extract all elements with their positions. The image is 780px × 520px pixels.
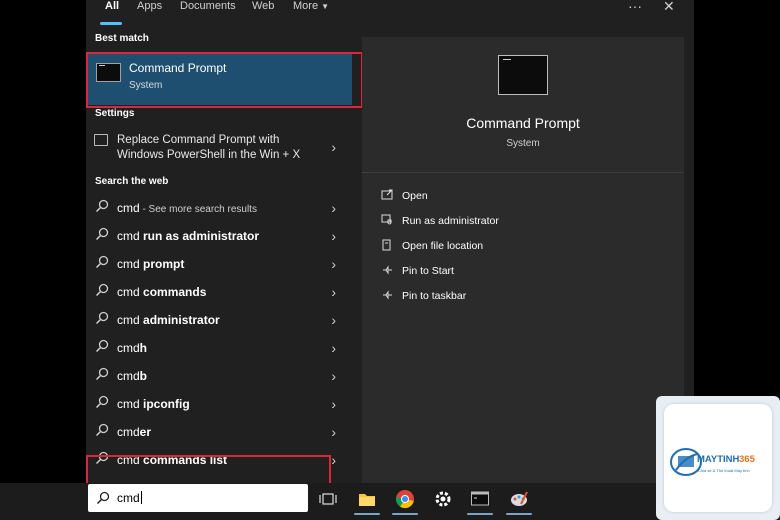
logo-globe-icon: MAYTINH 365 Chia sẻ & Thủ thuật Máy tính <box>670 448 756 476</box>
web-result-text: cmdh <box>117 341 148 355</box>
file-explorer-icon[interactable] <box>357 489 377 509</box>
file-location-icon <box>382 239 391 251</box>
running-indicator <box>354 513 380 515</box>
search-panel: All Apps Documents Web More ▼ ··· ✕ Best… <box>86 0 694 483</box>
tab-apps[interactable]: Apps <box>137 0 162 12</box>
web-result-text: cmdb <box>117 369 148 383</box>
action-run-as-administrator[interactable]: Run as administrator <box>362 210 684 232</box>
settings-heading: Settings <box>95 108 135 119</box>
open-icon <box>381 189 393 200</box>
web-result-text: cmd run as administrator <box>117 229 260 243</box>
web-result-item[interactable]: cmd administrator › <box>86 306 352 334</box>
action-label: Open file location <box>402 240 484 252</box>
web-result-text: cmd ipconfig <box>117 397 190 411</box>
running-indicator <box>467 513 493 515</box>
action-pin-to-start[interactable]: Pin to Start <box>362 260 684 282</box>
search-icon <box>95 367 109 381</box>
divider <box>362 172 684 173</box>
search-icon <box>96 491 110 505</box>
search-input-value: cmd <box>117 491 140 505</box>
search-icon <box>95 283 109 297</box>
action-label: Open <box>402 190 428 202</box>
web-result-item[interactable]: cmdb › <box>86 362 352 390</box>
search-icon <box>95 423 109 437</box>
tab-more[interactable]: More ▼ <box>293 0 329 12</box>
action-label: Run as administrator <box>402 215 499 227</box>
close-icon[interactable]: ✕ <box>663 0 675 15</box>
web-result-text: cmd prompt <box>117 257 185 271</box>
chevron-right-icon[interactable]: › <box>331 424 336 440</box>
tab-more-label: More <box>293 0 319 12</box>
details-title: Command Prompt <box>466 115 580 131</box>
web-result-item[interactable]: cmdh › <box>86 334 352 362</box>
shield-icon <box>381 214 392 225</box>
tab-web[interactable]: Web <box>252 0 274 12</box>
highlight-box <box>86 52 363 108</box>
web-result-text: cmd - See more search results <box>117 201 257 215</box>
more-options-icon[interactable]: ··· <box>628 0 642 14</box>
text-caret <box>140 491 142 504</box>
command-prompt-large-icon <box>498 55 548 95</box>
svg-text:Chia sẻ & Thủ thuật Máy tính: Chia sẻ & Thủ thuật Máy tính <box>698 468 750 473</box>
chevron-right-icon[interactable]: › <box>331 452 336 468</box>
details-pane: Command Prompt System Open Run as adminis… <box>362 37 684 483</box>
paint-icon[interactable] <box>509 489 529 509</box>
web-result-item[interactable]: cmder › <box>86 418 352 446</box>
details-header: Command Prompt System <box>362 37 684 174</box>
pin-icon <box>383 290 392 300</box>
settings-icon[interactable] <box>433 489 453 509</box>
web-result-item[interactable]: cmd prompt › <box>86 250 352 278</box>
web-result-item[interactable]: cmd run as administrator › <box>86 222 352 250</box>
web-result-item[interactable]: cmd commands › <box>86 278 352 306</box>
settings-result-text: Replace Command Prompt with Windows Powe… <box>117 134 301 161</box>
chevron-right-icon[interactable]: › <box>331 368 336 384</box>
action-open-file-location[interactable]: Open file location <box>362 235 684 257</box>
chevron-right-icon[interactable]: › <box>331 228 336 244</box>
running-indicator <box>506 513 532 515</box>
web-result-text: cmder <box>117 425 152 439</box>
chevron-right-icon[interactable]: › <box>331 139 336 155</box>
web-result-item[interactable]: cmd - See more search results › <box>86 194 352 222</box>
search-input[interactable]: cmd <box>88 484 308 512</box>
best-match-heading: Best match <box>95 33 149 44</box>
chevron-right-icon[interactable]: › <box>331 340 336 356</box>
search-icon <box>95 339 109 353</box>
chrome-icon[interactable] <box>395 489 415 509</box>
chevron-right-icon[interactable]: › <box>331 256 336 272</box>
filter-tabs: All Apps Documents Web More ▼ ··· ✕ <box>86 0 694 28</box>
action-pin-to-taskbar[interactable]: Pin to taskbar <box>362 285 684 307</box>
chevron-right-icon[interactable]: › <box>331 312 336 328</box>
chevron-down-icon: ▼ <box>321 2 330 11</box>
pin-icon <box>383 265 392 275</box>
watermark-logo: MAYTINH 365 Chia sẻ & Thủ thuật Máy tính <box>656 396 780 520</box>
settings-window-icon <box>94 134 108 146</box>
active-tab-indicator <box>100 22 122 25</box>
chevron-right-icon[interactable]: › <box>331 200 336 216</box>
tab-all[interactable]: All <box>105 0 119 12</box>
svg-text:365: 365 <box>739 454 756 465</box>
search-icon <box>95 227 109 241</box>
search-icon <box>95 395 109 409</box>
chevron-right-icon[interactable]: › <box>331 396 336 412</box>
svg-text:MAYTINH: MAYTINH <box>697 454 740 465</box>
search-web-heading: Search the web <box>95 176 169 187</box>
action-label: Pin to taskbar <box>402 290 467 302</box>
chevron-right-icon[interactable]: › <box>331 284 336 300</box>
search-icon <box>95 255 109 269</box>
web-result-item[interactable]: cmd ipconfig › <box>86 390 352 418</box>
task-view-icon[interactable] <box>318 489 338 509</box>
search-icon <box>95 199 109 213</box>
web-result-text: cmd administrator <box>117 313 220 327</box>
details-subtitle: System <box>506 138 540 149</box>
terminal-icon[interactable] <box>470 489 490 509</box>
tab-documents[interactable]: Documents <box>180 0 236 12</box>
settings-result[interactable]: Replace Command Prompt with Windows Powe… <box>86 127 352 171</box>
running-indicator <box>392 513 418 515</box>
search-icon <box>95 311 109 325</box>
action-open[interactable]: Open <box>362 185 684 207</box>
web-result-text: cmd commands <box>117 285 207 299</box>
action-label: Pin to Start <box>402 265 454 277</box>
